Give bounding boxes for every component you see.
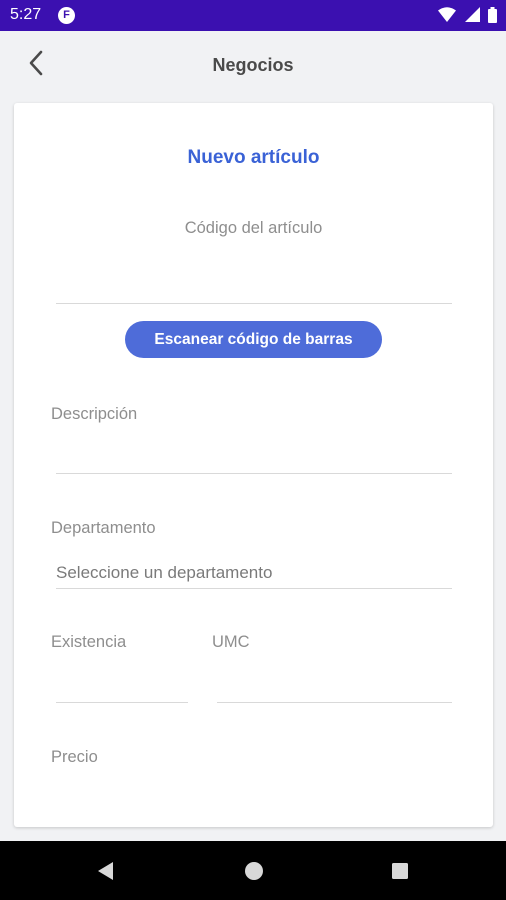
item-code-input[interactable] (56, 263, 452, 303)
circle-home-icon (245, 862, 263, 880)
department-label: Departamento (51, 519, 156, 537)
page-title: Negocios (212, 55, 294, 75)
wifi-icon (438, 7, 457, 22)
nav-home-button[interactable] (243, 860, 265, 882)
item-code-underline (56, 303, 452, 304)
nav-recents-button[interactable] (389, 860, 411, 882)
square-recents-icon (392, 863, 408, 879)
umc-input[interactable] (217, 663, 452, 703)
triangle-back-icon (98, 862, 113, 880)
stock-underline (56, 702, 188, 703)
nav-back-button[interactable] (95, 860, 117, 882)
price-input[interactable] (56, 775, 452, 815)
description-label: Descripción (51, 405, 138, 423)
stock-input[interactable] (56, 663, 188, 703)
status-icons (434, 7, 497, 24)
price-label: Precio (51, 748, 98, 766)
new-item-form-card: Nuevo artículo Código del artículo Escan… (14, 103, 493, 827)
top-app-bar: Negocios (0, 31, 506, 101)
status-bar: 5:27 F (0, 0, 506, 31)
scan-barcode-button[interactable]: Escanear código de barras (125, 321, 382, 358)
battery-icon (488, 7, 497, 23)
description-underline (56, 473, 452, 474)
umc-label: UMC (212, 633, 250, 651)
description-input[interactable] (56, 433, 452, 473)
system-navigation-bar (0, 841, 506, 900)
status-time: 5:27 (10, 6, 42, 23)
app-notification-icon: F (58, 7, 75, 24)
stock-label: Existencia (51, 633, 127, 651)
umc-underline (217, 702, 452, 703)
form-title: Nuevo artículo (187, 147, 320, 168)
signal-icon (464, 7, 480, 22)
item-code-label: Código del artículo (184, 219, 323, 237)
department-select[interactable]: Seleccione un departamento (56, 563, 452, 589)
